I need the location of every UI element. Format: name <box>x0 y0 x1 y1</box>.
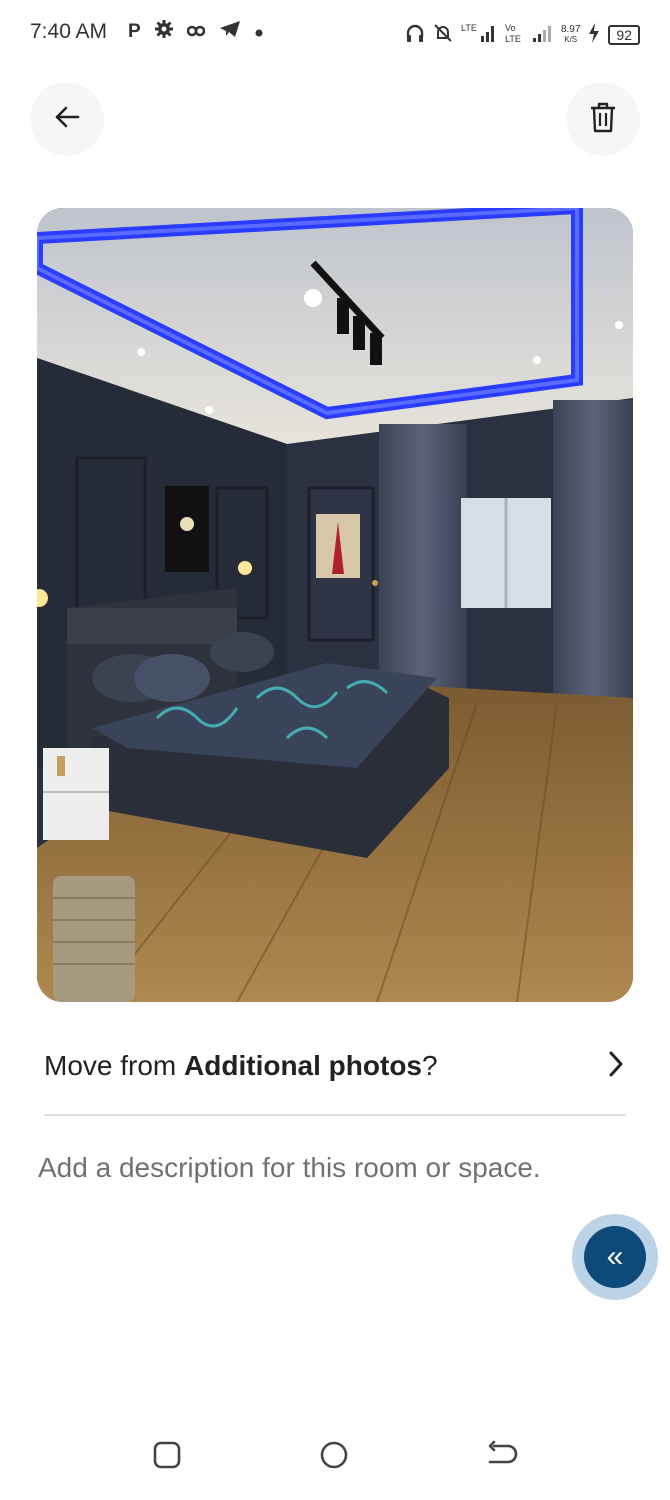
network-speed: 8.97 K/S <box>560 23 581 45</box>
network-speed-value: 8.97 <box>560 23 581 35</box>
status-left-icons: P <box>128 20 263 44</box>
status-right-icons: LTE Vo LTE 8.97 K/S 92 <box>405 22 640 47</box>
gear-icon <box>154 20 173 44</box>
charging-icon <box>588 23 600 46</box>
battery-level: 92 <box>608 24 640 45</box>
telegram-icon <box>219 20 241 44</box>
parking-app-icon: P <box>128 21 141 42</box>
svg-text:LTE: LTE <box>461 23 477 33</box>
link-icon <box>186 21 205 43</box>
headphones-icon <box>405 23 425 46</box>
move-from-album-row[interactable]: Move from Additional photos? <box>44 1030 626 1102</box>
volte-signal-icon: Vo LTE <box>505 22 553 47</box>
description-input[interactable]: Add a description for this room or space… <box>38 1152 541 1184</box>
move-from-label: Move from Additional photos? <box>44 1050 438 1082</box>
svg-text:LTE: LTE <box>505 34 521 44</box>
arrow-left-icon <box>52 102 82 137</box>
move-prefix: Move from <box>44 1050 185 1081</box>
recent-apps-icon[interactable] <box>152 1440 182 1475</box>
status-bar: 7:40 AM P LTE Vo LTE 8.97 K/S 92 <box>0 0 670 68</box>
trash-icon <box>589 101 617 138</box>
chevron-right-icon <box>606 1050 626 1083</box>
room-photo <box>37 208 633 1002</box>
move-suffix: ? <box>422 1050 438 1081</box>
lte-signal-icon: LTE <box>461 22 497 47</box>
divider <box>44 1114 626 1116</box>
mute-icon <box>433 23 453 46</box>
delete-photo-button[interactable] <box>566 82 640 156</box>
home-icon[interactable] <box>319 1440 349 1475</box>
album-name: Additional photos <box>184 1050 422 1081</box>
system-nav-bar <box>0 1410 670 1500</box>
status-time: 7:40 AM <box>30 20 108 43</box>
dot-icon <box>255 21 263 43</box>
svg-text:Vo: Vo <box>505 23 516 33</box>
back-icon[interactable] <box>486 1440 518 1475</box>
double-chevron-left-icon: « <box>584 1226 646 1288</box>
back-button[interactable] <box>30 82 104 156</box>
collapse-button[interactable]: « <box>572 1214 658 1300</box>
network-speed-unit: K/S <box>564 34 578 44</box>
